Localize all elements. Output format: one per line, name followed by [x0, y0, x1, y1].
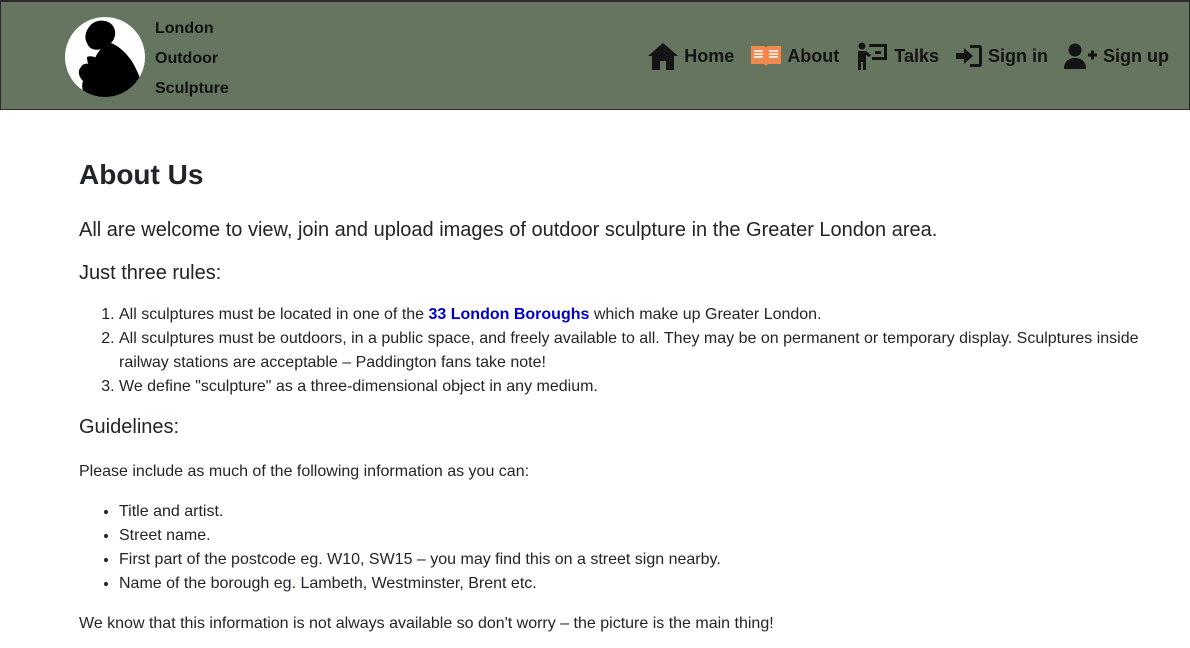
list-item: Title and artist.	[119, 500, 1139, 524]
list-item: Street name.	[119, 524, 1139, 548]
nav-talks-label: Talks	[894, 45, 939, 66]
house-icon	[647, 41, 679, 71]
thinker-silhouette-icon[interactable]	[65, 17, 145, 97]
brand-line-3: Sculpture	[155, 80, 229, 97]
brand-title[interactable]: London Outdoor Sculpture	[155, 14, 229, 104]
brand-line-1: London	[155, 20, 214, 37]
list-item: We define "sculpture" as a three-dimensi…	[119, 375, 1139, 399]
main-nav: Home About Talks Sign in Sign up	[631, 40, 1169, 72]
lead-text: All are welcome to view, join and upload…	[79, 219, 938, 241]
guidelines-heading: Guidelines:	[79, 416, 180, 438]
nav-about-label: About	[787, 45, 840, 66]
nav-sign-up-link[interactable]: Sign up	[1064, 42, 1169, 70]
nav-sign-in-label: Sign in	[988, 45, 1048, 66]
nav-home-label: Home	[684, 45, 735, 66]
list-item: All sculptures must be located in one of…	[119, 303, 1139, 327]
guidelines-list: Title and artist. Street name. First par…	[79, 500, 1139, 596]
user-plus-icon	[1064, 42, 1098, 70]
sign-in-icon	[955, 43, 983, 69]
list-item: Name of the borough eg. Lambeth, Westmin…	[119, 572, 1139, 596]
nav-talks-link[interactable]: Talks	[855, 41, 939, 71]
list-item: All sculptures must be outdoors, in a pu…	[119, 327, 1139, 375]
page-title: About Us	[79, 159, 204, 190]
brand-line-2: Outdoor	[155, 50, 219, 67]
list-item: First part of the postcode eg. W10, SW15…	[119, 548, 1139, 572]
rules-heading: Just three rules:	[79, 262, 222, 284]
nav-about-link[interactable]: About	[750, 43, 839, 69]
rule-1-after: which make up Greater London.	[589, 306, 822, 323]
guidelines-intro: Please include as much of the following …	[79, 463, 530, 480]
nav-sign-up-label: Sign up	[1103, 45, 1169, 66]
london-boroughs-link[interactable]: 33 London Boroughs	[429, 306, 590, 323]
open-book-icon	[750, 43, 782, 69]
rules-list: All sculptures must be located in one of…	[79, 303, 1139, 399]
person-chalkboard-icon	[855, 41, 889, 71]
main-content: About Us All are welcome to view, join a…	[79, 110, 1139, 636]
closing-text: We know that this information is not alw…	[79, 615, 774, 632]
navbar: London Outdoor Sculpture Home About Talk…	[0, 0, 1190, 110]
nav-home-link[interactable]: Home	[647, 41, 734, 71]
nav-sign-in-link[interactable]: Sign in	[955, 43, 1048, 69]
rule-1-before: All sculptures must be located in one of…	[119, 306, 429, 323]
